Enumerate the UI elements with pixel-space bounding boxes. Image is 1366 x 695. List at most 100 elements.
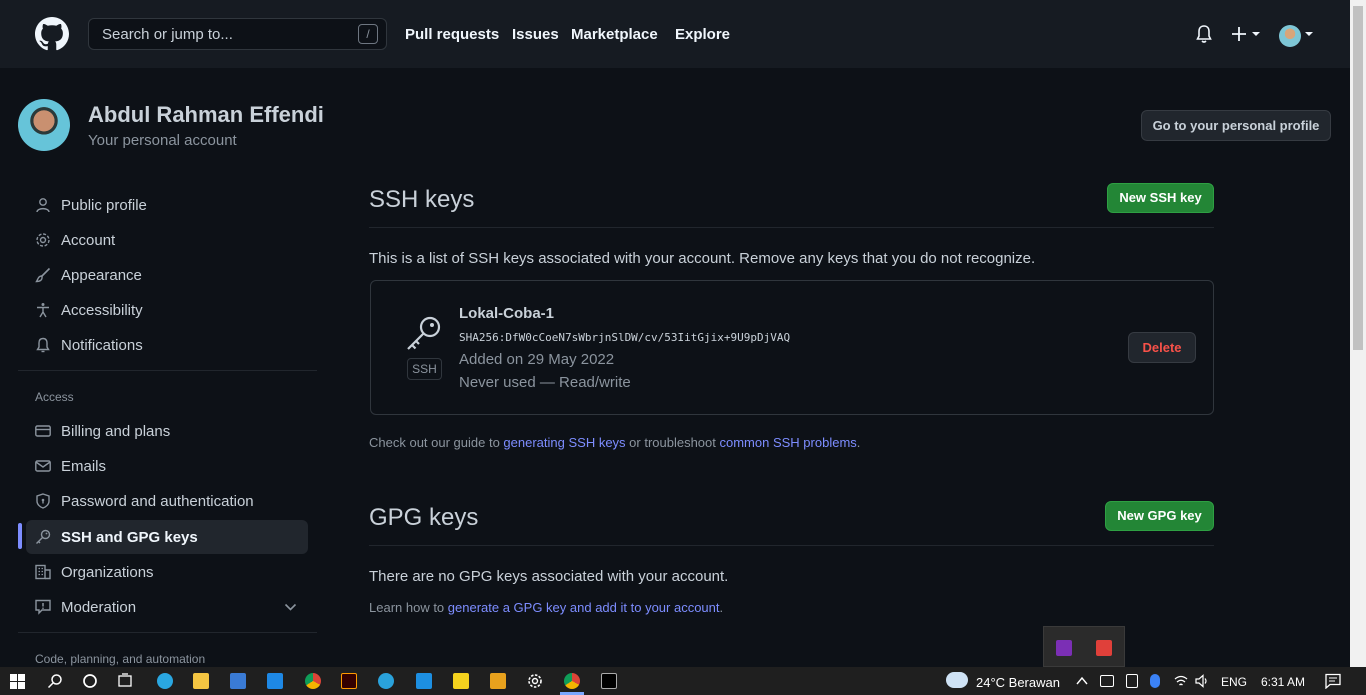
sidebar-item-label: Password and authentication <box>61 492 254 510</box>
sticky-notes-icon[interactable] <box>453 673 469 689</box>
telegram-icon[interactable] <box>378 673 394 689</box>
sidebar-item-ssh-gpg[interactable]: SSH and GPG keys <box>26 520 308 554</box>
chrome-icon[interactable] <box>305 673 321 689</box>
search-input[interactable]: Search or jump to... / <box>88 18 387 50</box>
credit-card-icon <box>34 422 52 440</box>
mail-app-icon[interactable] <box>267 673 283 689</box>
vertical-scrollbar[interactable] <box>1350 0 1366 667</box>
wifi-icon[interactable] <box>1174 674 1188 688</box>
sidebar-item-accessibility[interactable]: Accessibility <box>34 293 143 327</box>
shield-icon <box>34 492 52 510</box>
terminal-icon[interactable] <box>601 673 617 689</box>
gear-icon <box>34 231 52 249</box>
app-tray-icon[interactable] <box>1096 640 1112 656</box>
guide-prefix: Check out our guide to <box>369 435 504 450</box>
edge-icon[interactable] <box>157 673 173 689</box>
app-icon[interactable] <box>490 673 506 689</box>
tray-overflow-popup <box>1043 626 1125 667</box>
sidebar-item-label: Moderation <box>61 598 137 616</box>
paintbrush-icon <box>34 266 52 284</box>
gpg-learn-text: Learn how to generate a GPG key and add … <box>369 600 723 615</box>
bell-icon <box>34 336 52 354</box>
sidebar-item-moderation[interactable]: Moderation <box>34 590 136 624</box>
plus-icon[interactable] <box>1231 26 1247 42</box>
ssh-guide-text: Check out our guide to generating SSH ke… <box>369 435 860 450</box>
task-view-icon[interactable] <box>117 673 133 689</box>
sidebar-item-notifications[interactable]: Notifications <box>34 328 143 362</box>
sidebar-item-emails[interactable]: Emails <box>34 449 106 483</box>
sidebar-item-label: Billing and plans <box>61 422 171 440</box>
search-placeholder: Search or jump to... <box>102 25 233 43</box>
sidebar-item-billing[interactable]: Billing and plans <box>34 414 170 448</box>
sidebar-divider <box>18 632 317 633</box>
battery-icon[interactable] <box>1100 675 1114 687</box>
windows-taskbar: 24°C Berawan ENG 6:31 AM <box>0 667 1366 695</box>
nav-explore[interactable]: Explore <box>675 26 730 43</box>
language-indicator[interactable]: ENG <box>1221 675 1247 689</box>
search-shortcut-key: / <box>358 24 378 44</box>
volume-icon[interactable] <box>1195 674 1209 688</box>
clock-time[interactable]: 6:31 AM <box>1261 675 1305 689</box>
vscode-icon[interactable] <box>416 673 432 689</box>
device-icon[interactable] <box>1126 674 1138 688</box>
generating-ssh-keys-link[interactable]: generating SSH keys <box>503 435 625 450</box>
scrollbar-thumb[interactable] <box>1353 6 1363 350</box>
section-rule <box>369 545 1214 546</box>
file-explorer-icon[interactable] <box>193 673 209 689</box>
avatar[interactable] <box>1279 25 1301 47</box>
chevron-down-icon[interactable] <box>284 602 297 612</box>
go-to-profile-button[interactable]: Go to your personal profile <box>1141 110 1331 141</box>
illustrator-icon[interactable] <box>341 673 357 689</box>
sidebar-item-label: SSH and GPG keys <box>61 528 198 546</box>
sidebar-item-label: Notifications <box>61 336 143 354</box>
cortana-icon[interactable] <box>82 673 98 689</box>
accessibility-icon <box>34 301 52 319</box>
nav-pull-requests[interactable]: Pull requests <box>405 26 499 43</box>
key-icon <box>407 316 441 350</box>
generate-gpg-key-link[interactable]: generate a GPG key and add it to your ac… <box>448 600 720 615</box>
chevron-up-icon[interactable] <box>1076 676 1088 686</box>
sidebar-item-appearance[interactable]: Appearance <box>34 258 142 292</box>
common-ssh-problems-link[interactable]: common SSH problems <box>720 435 857 450</box>
top-header: Search or jump to... / Pull requests Iss… <box>0 0 1350 68</box>
guide-mid: or troubleshoot <box>625 435 720 450</box>
ssh-badge: SSH <box>407 358 442 380</box>
report-icon <box>34 598 52 616</box>
ssh-key-card: SSH Lokal-Coba-1 SHA256:DfW0cCoeN7sWbrjn… <box>370 280 1214 415</box>
new-ssh-key-button[interactable]: New SSH key <box>1107 183 1214 213</box>
learn-suffix: . <box>719 600 724 615</box>
sidebar-item-label: Accessibility <box>61 301 143 319</box>
section-rule <box>369 227 1214 228</box>
nav-issues[interactable]: Issues <box>512 26 559 43</box>
delete-key-button[interactable]: Delete <box>1128 332 1196 363</box>
bell-icon[interactable] <box>1195 24 1213 44</box>
windows-start-icon[interactable] <box>10 674 25 689</box>
sidebar-item-password[interactable]: Password and authentication <box>34 484 254 518</box>
avatar-chevron-down-icon[interactable] <box>1305 32 1313 36</box>
nav-marketplace[interactable]: Marketplace <box>571 26 658 43</box>
chrome-profile-icon[interactable] <box>564 673 580 689</box>
weather-text[interactable]: 24°C Berawan <box>976 675 1060 690</box>
new-gpg-key-button[interactable]: New GPG key <box>1105 501 1214 531</box>
search-icon[interactable] <box>47 673 63 689</box>
sidebar-item-organizations[interactable]: Organizations <box>34 555 154 589</box>
profile-avatar <box>18 99 70 151</box>
user-name: Abdul Rahman Effendi <box>88 102 324 127</box>
sidebar-item-public-profile[interactable]: Public profile <box>34 188 147 222</box>
sidebar-item-account[interactable]: Account <box>34 223 115 257</box>
sidebar-divider <box>18 370 317 371</box>
sidebar-heading-access: Access <box>35 390 74 404</box>
key-added-date: Added on 29 May 2022 <box>459 351 615 368</box>
ssh-section-title: SSH keys <box>369 186 475 213</box>
weather-cloud-icon[interactable] <box>946 672 968 688</box>
notification-center-icon[interactable] <box>1325 673 1341 689</box>
gpg-empty-text: There are no GPG keys associated with yo… <box>369 568 729 585</box>
onenote-tray-icon[interactable] <box>1056 640 1072 656</box>
sidebar-item-label: Account <box>61 231 116 249</box>
github-logo-icon[interactable] <box>35 17 69 51</box>
plus-chevron-down-icon[interactable] <box>1252 32 1260 36</box>
store-icon[interactable] <box>230 673 246 689</box>
settings-gear-icon[interactable] <box>527 673 543 689</box>
bluetooth-icon[interactable] <box>1150 674 1160 688</box>
active-indicator <box>18 523 22 549</box>
